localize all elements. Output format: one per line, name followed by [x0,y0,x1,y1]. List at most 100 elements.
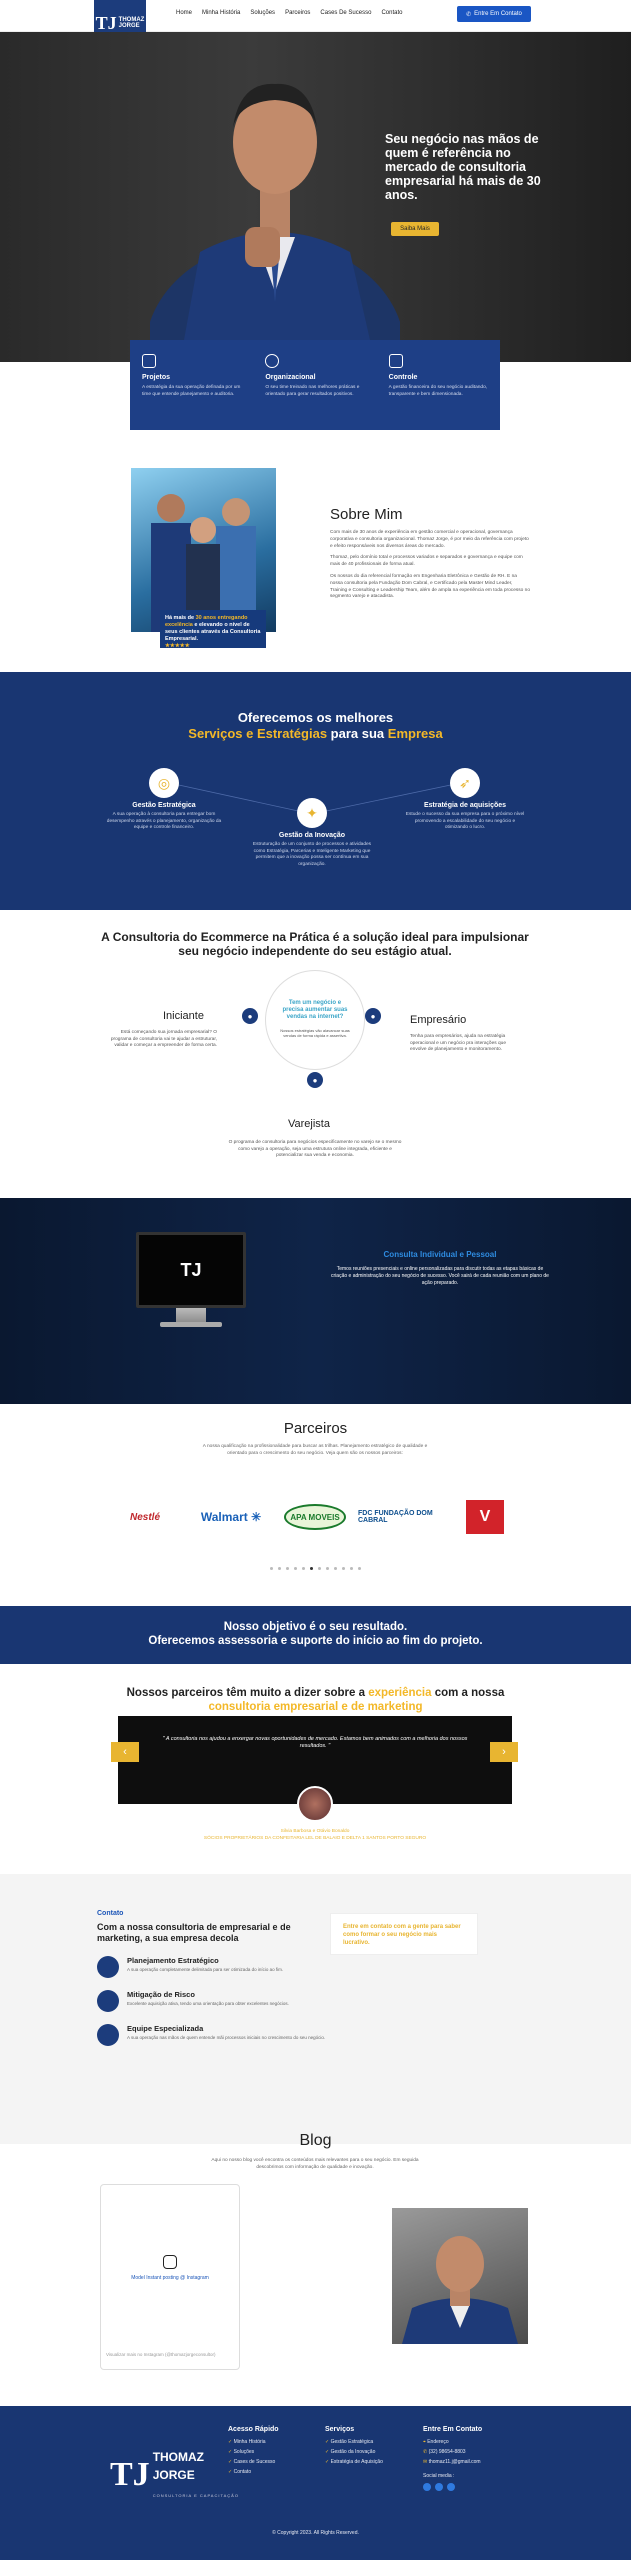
location-icon: ● [307,1072,323,1088]
partner-logo-walmart[interactable]: Walmart ✳ [188,1500,274,1534]
team-icon [265,354,280,368]
nav-link-solucoes[interactable]: Soluções [250,10,275,16]
testimonial-author: Silvia Barbosa e Otávio Bonaldo SÓCIOS P… [203,1829,427,1841]
next-arrow-icon[interactable]: › [490,1742,518,1762]
stage-empresario-title: Empresário [410,1014,467,1026]
feature-card-organizacional: Organizacional O seu time treinado nas m… [253,340,376,430]
sobre-photo [131,468,276,632]
nav-link-contato[interactable]: Contato [381,10,402,16]
feature-card-projetos: Projetos A estratégia da sua operação de… [130,340,253,430]
linkedin-icon[interactable] [447,2483,455,2491]
target-icon: ◎ [149,768,179,798]
hero-title: Seu negócio nas mãos de quem é referênci… [385,132,541,202]
monitor-image: TJ [136,1232,246,1308]
nav-link-historia[interactable]: Minha História [202,10,240,16]
contact-cta-label: Entre Em Contato [474,11,522,17]
contato-title: Com a nossa consultoria de empresarial e… [97,1922,291,1943]
contato-item-mitigacao: Mitigação de Risco Excelente aquisição at… [97,1990,327,2012]
shield-icon [97,1990,119,2012]
partner-logo-apa[interactable]: APA MOVEIS [284,1504,346,1530]
monitor-base [160,1322,222,1327]
lightbulb-icon: ✦ [297,798,327,828]
services-title: Oferecemos os melhores Serviços e Estrat… [188,710,443,741]
consulta-title: Consulta Individual e Pessoal [383,1250,497,1259]
sobre-caption: Há mais de 30 anos entregando excelência… [160,610,266,649]
sobre-title: Sobre Mim [330,506,403,523]
main-nav: Home Minha História Soluções Parceiros C… [176,10,402,16]
prev-arrow-icon[interactable]: ‹ [111,1742,139,1762]
footer-logo[interactable]: TJ THOMAZ JORGE CONSULTORIA E CAPACITAÇÃ… [110,2448,239,2502]
services-section [0,672,631,910]
location-icon: ⌖ [423,2439,426,2445]
stage-iniciante-text: Está começando sua jornada empresarial? … [110,1030,217,1048]
feature-card-text: O seu time treinado nas melhores prática… [265,385,360,397]
feature-card-text: A estratégia da sua operação definada po… [142,385,241,397]
feature-card-title: Projetos [142,374,171,381]
stage-varejista-title: Varejista [288,1118,330,1130]
partner-logo-fdc[interactable]: FDC FUNDAÇÃO DOM CABRAL [358,1500,444,1534]
contato-item-equipe: Equipe Especializada A sua operação nas m… [97,2024,327,2046]
center-subtitle: Nossos estratégias vão alavancar suas ve… [280,1028,350,1038]
rocket-icon: ➶ [450,768,480,798]
footer-col-servicos: Serviços ✓ Gestão Estratégica ✓ Gestão d… [325,2426,383,2465]
nav-link-cases[interactable]: Cases De Sucesso [320,10,371,16]
depoimentos-title: Nossos parceiros têm muito a dizer sobre… [126,1687,505,1713]
blog-title: Blog [299,2132,332,2149]
objetivo-text: Nosso objetivo é o seu resultado. Oferec… [148,1621,483,1647]
star-rating: ★★★★★ [165,643,190,649]
contato-label: Contato [97,1910,124,1917]
service-item-estrategica: ◎ Gestão Estratégica A sua operação à co… [104,768,224,832]
partner-logo-v[interactable]: V [466,1500,504,1534]
contato-callout[interactable]: Entre em contato com a gente para saber … [330,1913,478,1955]
center-title: Tem um negócio e precisa aumentar suas v… [282,1000,348,1020]
rocket-node-icon: ● [365,1008,381,1024]
blog-photo [392,2208,528,2344]
stage-empresario-text: Tenha para empresários, ajuda na estraté… [410,1034,507,1052]
stage-iniciante-title: Iniciante [163,1010,204,1022]
feature-card-text: A gestão financeira do seu negócio audit… [388,385,488,397]
feature-card-title: Controle [388,374,418,381]
service-item-inovacao: ✦ Gestão da Inovação Estruturação de um … [252,798,372,868]
partner-logo-nestle[interactable]: Nestlé [116,1500,174,1534]
nav-link-home[interactable]: Home [176,10,192,16]
nav-link-parceiros[interactable]: Parceiros [285,10,310,16]
blog-text: Aqui no nosso blog você encontra os cont… [211,2158,419,2170]
strategy-icon [97,1956,119,1978]
parceiros-text: A nossa qualificação na profissionalidad… [202,1444,428,1456]
feature-card-controle: Controle A gestão financeira do seu negó… [377,340,500,430]
instagram-footer[interactable]: Visualizar mais no Instagram (@thomazjor… [106,2352,236,2357]
site-footer [0,2406,631,2560]
footer-col-acesso: Acesso Rápido ✓ Minha História ✓ Soluçõe… [228,2426,279,2475]
logo-line-2: JORGE [118,23,140,29]
monitor-logo: TJ [180,1259,202,1280]
user-icon: ● [242,1008,258,1024]
parceiros-title: Parceiros [283,1420,348,1437]
contact-cta-button[interactable]: ✆ Entre Em Contato [457,6,531,22]
testimonial-quote: " A consultoria nos ajudou a enxergar no… [162,1736,468,1749]
instagram-social-icon[interactable] [435,2483,443,2491]
phone-icon: ✆ [466,11,472,18]
stage-varejista-text: O programa de consultoria para negócios … [228,1140,402,1158]
carousel-dots[interactable] [270,1567,361,1570]
copyright: © Copyright 2023. All Rights Reserved. [272,2530,359,2536]
consulta-text: Temos reuniões presenciais e online pers… [331,1266,549,1286]
sobre-text: Com mais de 30 anos de experiência em ge… [330,530,530,600]
document-icon [142,354,156,368]
chart-icon [388,354,403,368]
instagram-icon [163,2255,177,2269]
consultoria-title: A Consultoria do Ecommerce na Prática é … [101,930,529,958]
feature-cards: Projetos A estratégia da sua operação de… [130,340,500,430]
instagram-link[interactable]: Model Instant posting @ Instagram [100,2275,240,2281]
team-icon [97,2024,119,2046]
mail-icon: ✉ [423,2459,428,2465]
facebook-icon[interactable] [423,2483,431,2491]
testimonial-avatar [297,1786,333,1822]
logo-monogram: TJ [95,12,117,33]
hero-portrait [150,83,400,362]
social-icons [423,2483,482,2491]
service-item-aquisicoes: ➶ Estratégia de aquisições Estude o suce… [405,768,525,832]
footer-col-contato: Entre Em Contato ⌖ Endereço ✆ (32) 98654… [423,2426,482,2495]
social-label: Social media : [423,2473,455,2479]
contato-item-planejamento: Planejamento Estratégico A sua operação c… [97,1956,327,1978]
hero-saiba-mais-button[interactable]: Saiba Mais [391,222,439,236]
